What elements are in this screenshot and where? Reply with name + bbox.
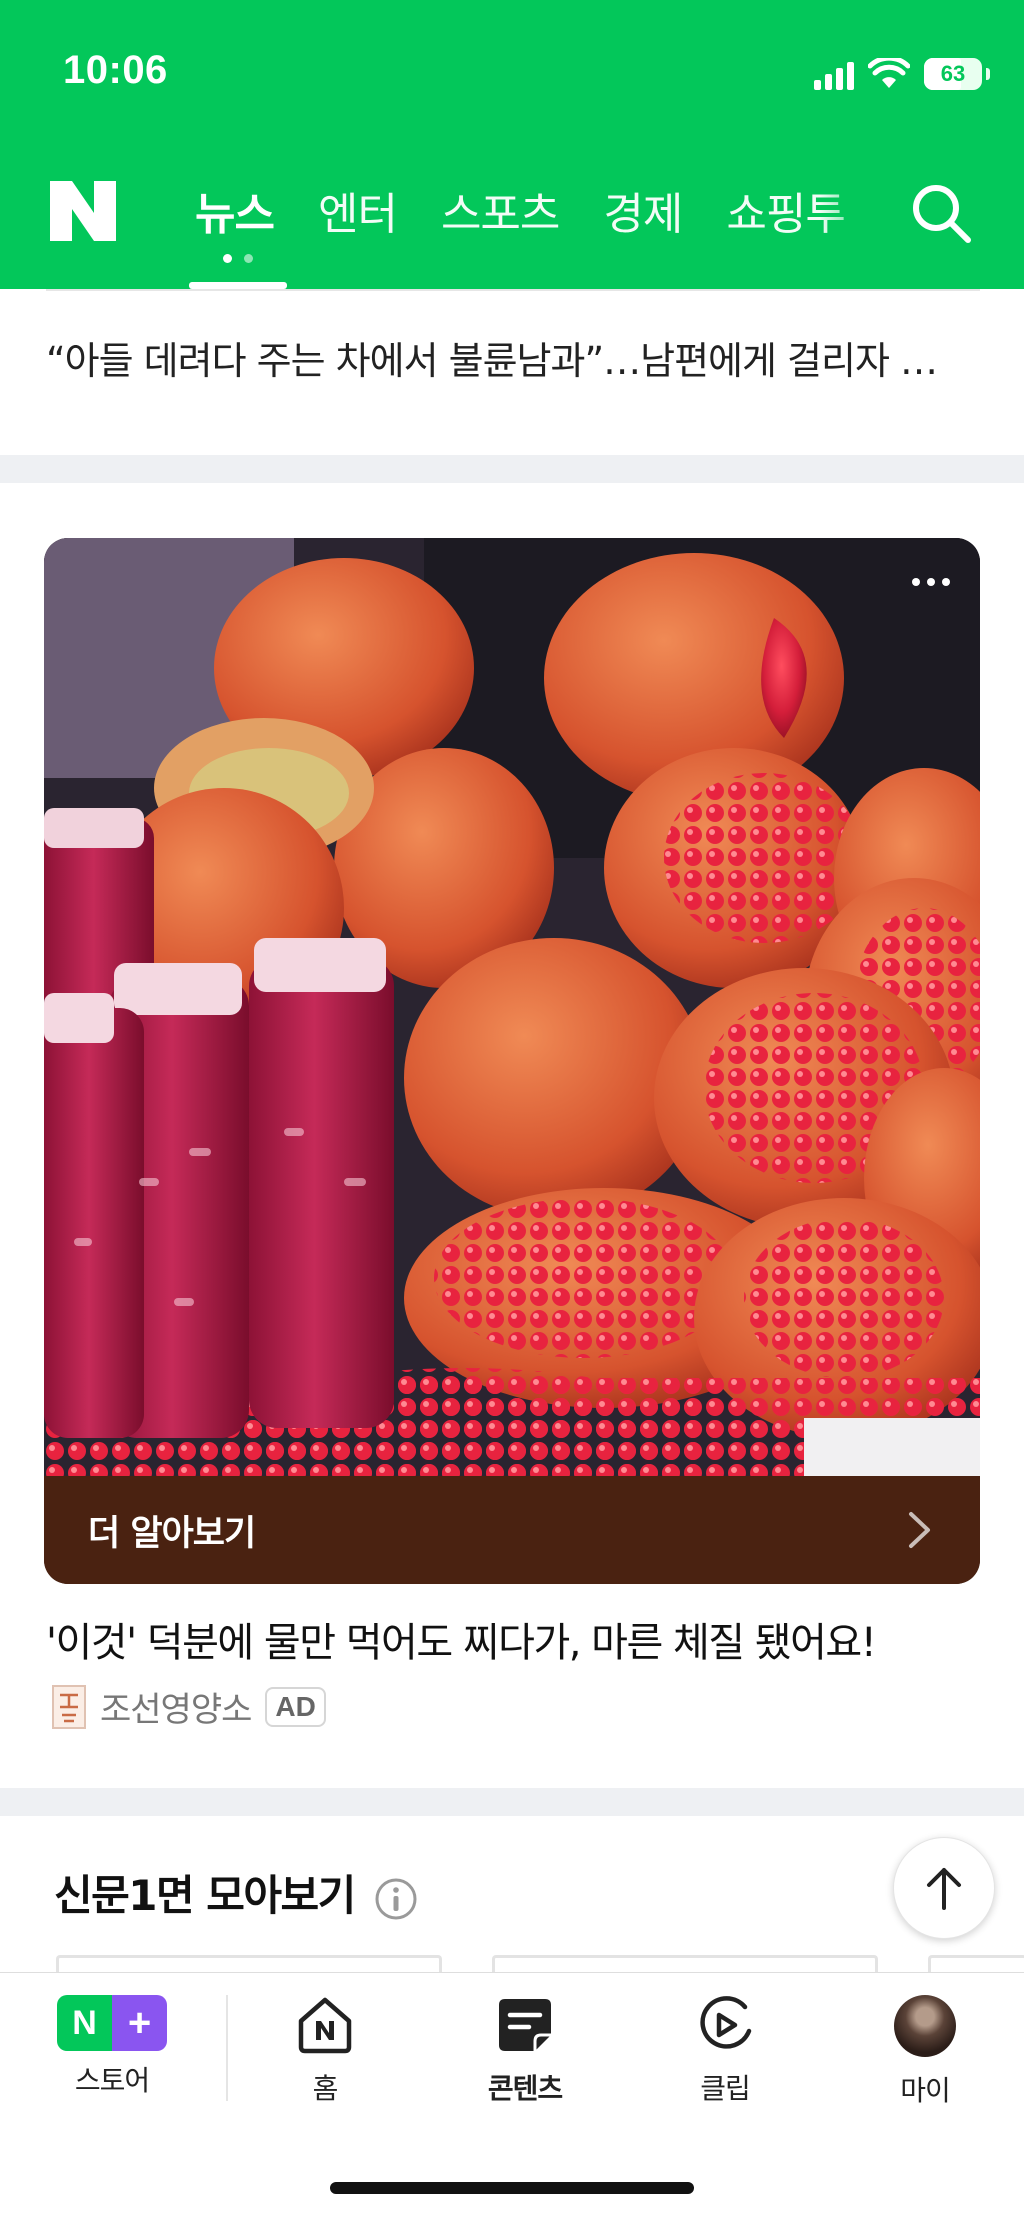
ad-badge: AD <box>265 1686 326 1727</box>
cellular-signal-icon <box>814 58 854 90</box>
nav-my[interactable]: 마이 <box>855 1995 995 2109</box>
tab-entertainment[interactable]: 엔터 <box>318 178 398 248</box>
home-indicator <box>330 2182 694 2194</box>
nav-home-label: 홈 <box>312 2072 339 2105</box>
status-icons: 63 <box>814 54 990 94</box>
tab-economy[interactable]: 경제 <box>603 178 683 248</box>
nav-store-label: 스토어 <box>74 2064 150 2097</box>
search-icon[interactable] <box>908 180 974 246</box>
nav-home[interactable]: 홈 <box>255 1995 395 2107</box>
clip-icon <box>700 1996 752 2049</box>
category-tabs: 뉴스 엔터 스포츠 경제 쇼핑투 <box>195 178 889 263</box>
contents-icon <box>499 1999 551 2051</box>
section-separator <box>0 1788 1024 1816</box>
nav-clip[interactable]: 클립 <box>655 1995 795 2107</box>
store-icon: N + <box>57 1995 167 2051</box>
nav-contents[interactable]: 콘텐츠 <box>455 1995 595 2107</box>
ad-source: 조선영양소 AD <box>52 1682 326 1731</box>
ad-title[interactable]: '이것' 덕분에 물만 먹어도 찌다가, 마른 체질 됐어요! <box>46 1610 877 1668</box>
learn-more-button[interactable]: 더 알아보기 <box>44 1476 980 1584</box>
wifi-icon <box>868 58 910 88</box>
section-separator <box>0 455 1024 483</box>
scroll-to-top-button[interactable] <box>893 1837 995 1939</box>
section-title: 신문1면 모아보기 <box>54 1871 356 1920</box>
arrow-up-icon <box>927 1868 961 1910</box>
advertiser-logo-icon <box>52 1684 86 1729</box>
status-time: 10:06 <box>63 48 168 92</box>
tab-fade-overlay <box>820 160 910 260</box>
nav-store[interactable]: N + 스토어 <box>42 1995 182 2099</box>
learn-more-label: 더 알아보기 <box>88 1513 256 1554</box>
tab-sports[interactable]: 스포츠 <box>441 178 560 248</box>
divider <box>46 289 980 291</box>
battery-level: 63 <box>940 61 966 86</box>
news-headline[interactable]: “아들 데려다 주는 차에서 불륜남과”…남편에게 걸리자 … <box>46 330 980 385</box>
nav-clip-label: 클립 <box>700 2072 751 2105</box>
ad-card[interactable]: 더 알아보기 <box>44 538 980 1584</box>
home-icon <box>298 1997 352 2054</box>
battery-icon: 63 <box>924 58 982 90</box>
ad-image[interactable] <box>44 538 980 1476</box>
more-options-icon[interactable] <box>912 578 950 586</box>
tab-page-dots <box>223 254 253 263</box>
top-header: 10:06 63 뉴스 엔터 스포츠 경제 쇼핑투 <box>0 0 1024 289</box>
naver-logo[interactable] <box>50 181 116 241</box>
active-tab-indicator <box>189 282 287 289</box>
info-icon[interactable] <box>374 1877 418 1921</box>
tab-news-label: 뉴스 <box>195 189 275 240</box>
nav-divider <box>226 1995 228 2101</box>
nav-my-label: 마이 <box>900 2074 951 2107</box>
tab-news[interactable]: 뉴스 <box>195 178 275 263</box>
chevron-right-icon <box>909 1512 930 1548</box>
avatar <box>894 1995 956 2057</box>
advertiser-name[interactable]: 조선영양소 <box>100 1682 252 1731</box>
battery-tip <box>986 68 990 80</box>
nav-contents-label: 콘텐츠 <box>487 2072 563 2105</box>
